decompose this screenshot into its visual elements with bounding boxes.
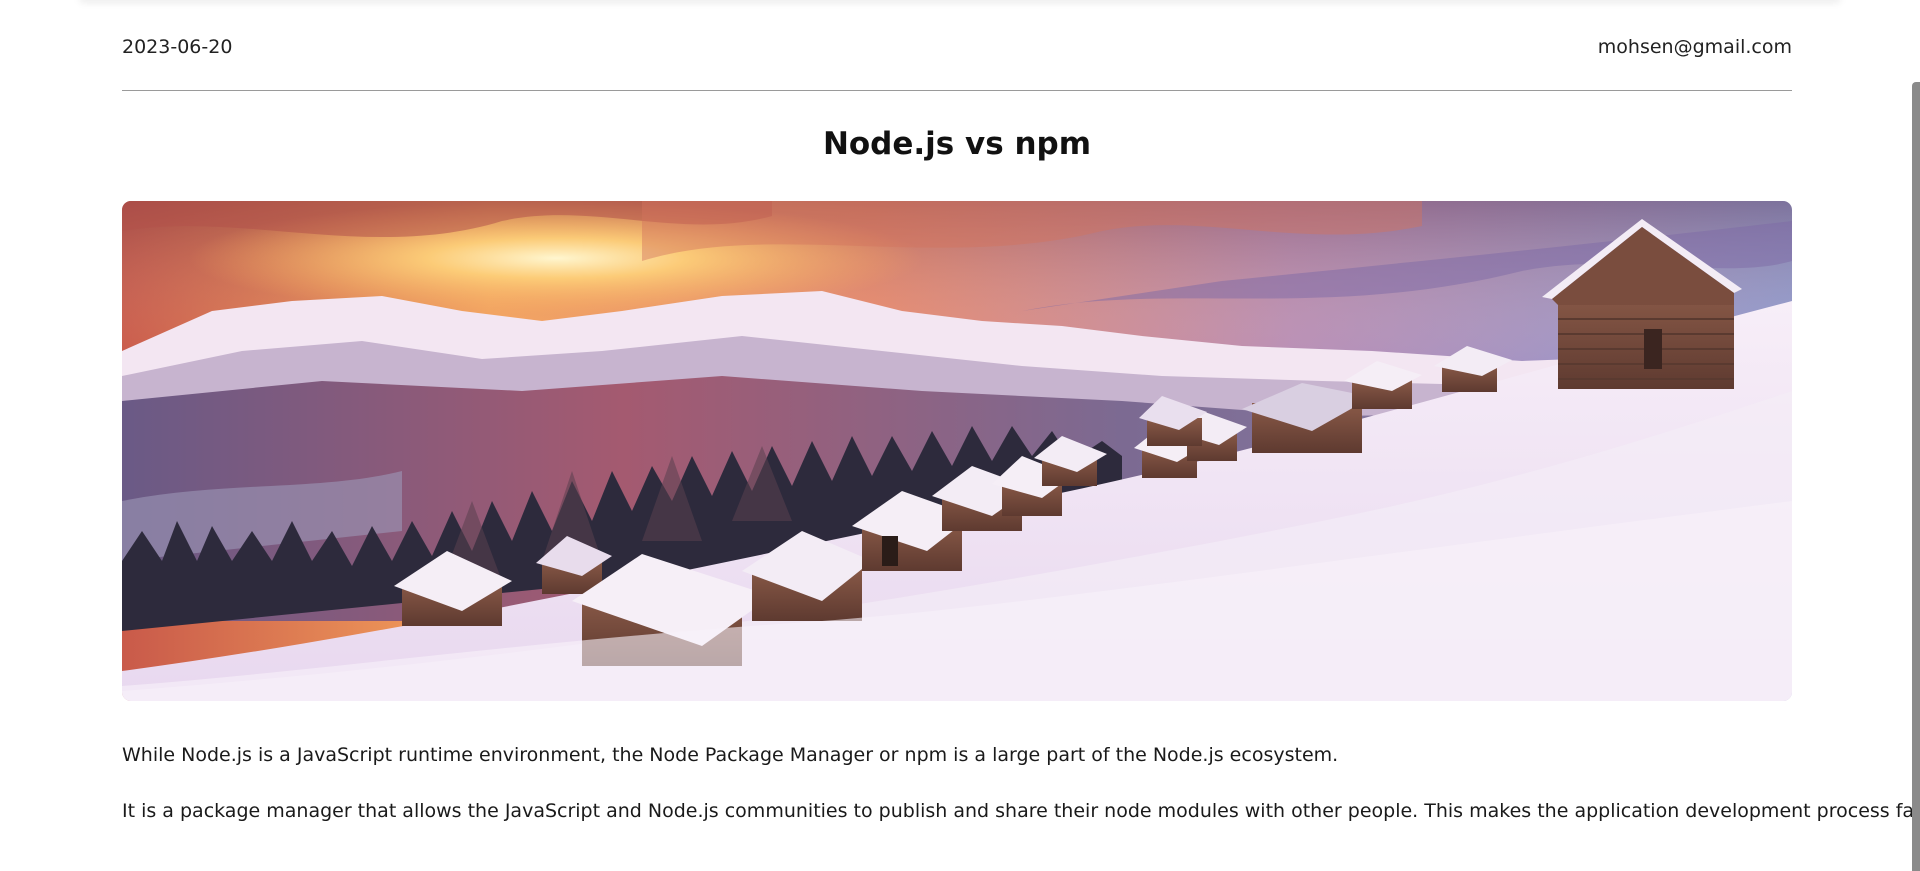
hero-image <box>122 201 1792 701</box>
post-paragraph-1: While Node.js is a JavaScript runtime en… <box>122 744 1339 766</box>
vertical-scrollbar[interactable] <box>1912 82 1920 871</box>
post-paragraph-2: It is a package manager that allows the … <box>122 800 1920 822</box>
post-title: Node.js vs npm <box>822 126 1092 162</box>
author-email: mohsen@gmail.com <box>1597 36 1792 58</box>
post-date: 2023-06-20 <box>122 36 233 58</box>
header-divider <box>122 90 1792 91</box>
post-meta-header: 2023-06-20 mohsen@gmail.com <box>122 36 1792 58</box>
page: 2023-06-20 mohsen@gmail.com Node.js vs n… <box>0 0 1920 871</box>
